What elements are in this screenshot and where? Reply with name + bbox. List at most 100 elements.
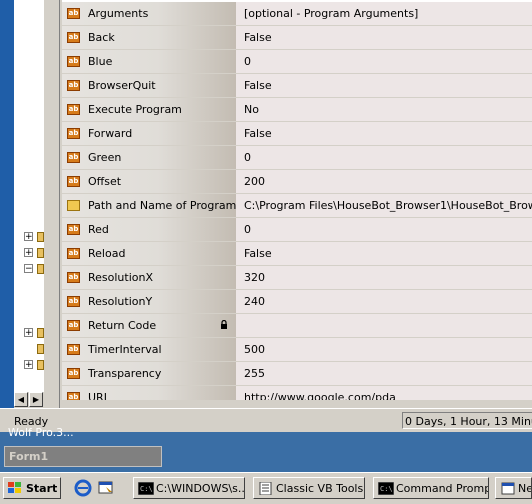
taskbar: Start C:\ C:\WINDOWS\s... Classic VB Too… <box>0 472 532 504</box>
property-row[interactable]: ab Forward False <box>62 122 532 146</box>
property-value-cell[interactable]: 240 <box>236 290 532 313</box>
property-name-cell[interactable]: ab Blue <box>62 50 236 73</box>
ab-icon: ab <box>67 56 80 67</box>
property-row[interactable]: ab Arguments [optional - Program Arguments… <box>62 2 532 26</box>
property-row[interactable]: ab Green 0 <box>62 146 532 170</box>
ab-icon: ab <box>67 224 80 235</box>
app-window: + + − + + ◀ ▶ ab Arguments [optional - Pro… <box>0 0 532 432</box>
property-name: Back <box>88 31 115 44</box>
ab-icon: ab <box>67 368 80 379</box>
property-name-cell[interactable]: ab Transparency <box>62 362 236 385</box>
tree-expand-node[interactable]: + <box>24 360 33 370</box>
taskbar-item-command-prompt[interactable]: C:\ Command Prompt <box>373 477 489 499</box>
property-value-cell[interactable]: False <box>236 26 532 49</box>
property-name: Path and Name of Program <box>88 199 237 212</box>
property-value: False <box>244 79 272 92</box>
tree-collapse-node[interactable]: − <box>24 264 33 274</box>
scroll-left-button[interactable]: ◀ <box>14 392 28 407</box>
property-name-cell[interactable]: ab Execute Program <box>62 98 236 121</box>
form-title: Form1 <box>9 450 49 463</box>
property-name-cell[interactable]: ab TimerInterval <box>62 338 236 361</box>
vb-icon <box>259 482 272 495</box>
property-name-cell[interactable]: ab URL <box>62 386 236 400</box>
property-name-cell[interactable]: ab Arguments <box>62 2 236 25</box>
folder-icon <box>37 344 44 354</box>
property-name: BrowserQuit <box>88 79 156 92</box>
tree-expand-node[interactable]: + <box>24 248 33 258</box>
folder-icon <box>37 248 44 258</box>
property-name-cell[interactable]: ab ResolutionY <box>62 290 236 313</box>
property-value-cell[interactable]: 200 <box>236 170 532 193</box>
property-row[interactable]: ab ResolutionY 240 <box>62 290 532 314</box>
property-name-cell[interactable]: ab Red <box>62 218 236 241</box>
property-row[interactable]: ab Offset 200 <box>62 170 532 194</box>
property-name-cell[interactable]: ab Offset <box>62 170 236 193</box>
property-row[interactable]: ab Reload False <box>62 242 532 266</box>
left-edge-pane <box>0 0 14 408</box>
ab-icon: ab <box>67 320 80 331</box>
pane-splitter[interactable] <box>44 0 60 408</box>
taskbar-item-label: Classic VB Tools... <box>276 482 365 495</box>
property-name-cell[interactable]: ab ResolutionX <box>62 266 236 289</box>
property-name-cell[interactable]: ab Forward <box>62 122 236 145</box>
property-row[interactable]: ab ResolutionX 320 <box>62 266 532 290</box>
property-row[interactable]: Path and Name of Program C:\Program Files… <box>62 194 532 218</box>
property-name: Execute Program <box>88 103 182 116</box>
property-value-cell[interactable]: 0 <box>236 50 532 73</box>
property-value: False <box>244 247 272 260</box>
minimized-form-window[interactable]: Form1 <box>4 446 162 467</box>
property-value-cell[interactable]: C:\Program Files\HouseBot_Browser1\House… <box>236 194 532 217</box>
property-row[interactable]: ab URL http://www.google.com/pda <box>62 386 532 400</box>
ab-icon: ab <box>67 176 80 187</box>
property-row[interactable]: ab BrowserQuit False <box>62 74 532 98</box>
property-value-cell[interactable]: 320 <box>236 266 532 289</box>
property-value-cell[interactable]: 500 <box>236 338 532 361</box>
property-value-cell[interactable]: 255 <box>236 362 532 385</box>
property-row[interactable]: ab Return Code <box>62 314 532 338</box>
internet-explorer-icon[interactable] <box>74 479 92 497</box>
property-name-cell[interactable]: ab Return Code <box>62 314 236 337</box>
property-row[interactable]: ab Transparency 255 <box>62 362 532 386</box>
property-row[interactable]: ab Blue 0 <box>62 50 532 74</box>
property-value-cell[interactable]: 0 <box>236 218 532 241</box>
tree-expand-node[interactable]: + <box>24 232 33 242</box>
property-value-cell[interactable]: http://www.google.com/pda <box>236 386 532 400</box>
property-value-cell[interactable]: 0 <box>236 146 532 169</box>
property-value-cell[interactable] <box>236 314 532 337</box>
start-button[interactable]: Start <box>3 477 61 499</box>
property-grid[interactable]: ab Arguments [optional - Program Arguments… <box>62 0 532 400</box>
ab-icon: ab <box>67 152 80 163</box>
show-desktop-icon[interactable] <box>97 479 115 497</box>
property-name-cell[interactable]: ab Green <box>62 146 236 169</box>
property-value-cell[interactable]: No <box>236 98 532 121</box>
folder-icon <box>37 232 44 242</box>
property-name-cell[interactable]: ab BrowserQuit <box>62 74 236 97</box>
taskbar-item-classic-vb-tools[interactable]: Classic VB Tools... <box>253 477 365 499</box>
taskbar-item-cmd-windows[interactable]: C:\ C:\WINDOWS\s... <box>133 477 245 499</box>
property-row[interactable]: ab TimerInterval 500 <box>62 338 532 362</box>
property-name-cell[interactable]: ab Back <box>62 26 236 49</box>
taskbar-item-partial[interactable]: Ne <box>495 477 532 499</box>
property-value-cell[interactable]: False <box>236 122 532 145</box>
property-name: TimerInterval <box>88 343 162 356</box>
property-row[interactable]: ab Execute Program No <box>62 98 532 122</box>
tree-expand-node[interactable]: + <box>24 328 33 338</box>
property-value-cell[interactable]: False <box>236 242 532 265</box>
ab-icon: ab <box>67 8 80 19</box>
property-value: http://www.google.com/pda <box>244 391 396 400</box>
scroll-right-button[interactable]: ▶ <box>29 392 43 407</box>
property-row[interactable]: ab Red 0 <box>62 218 532 242</box>
property-value-cell[interactable]: [optional - Program Arguments] <box>236 2 532 25</box>
property-name-cell[interactable]: Path and Name of Program <box>62 194 236 217</box>
property-name-cell[interactable]: ab Reload <box>62 242 236 265</box>
folder-icon <box>67 200 80 211</box>
ab-icon: ab <box>67 344 80 355</box>
property-name: Offset <box>88 175 122 188</box>
property-name: URL <box>88 391 110 400</box>
tree-horizontal-scrollbar[interactable]: ◀ ▶ <box>14 392 44 408</box>
property-row[interactable]: ab Back False <box>62 26 532 50</box>
property-value-cell[interactable]: False <box>236 74 532 97</box>
ab-icon: ab <box>67 392 80 400</box>
property-value: C:\Program Files\HouseBot_Browser1\House… <box>244 199 532 212</box>
tree-view[interactable]: + + − + + <box>14 0 45 392</box>
